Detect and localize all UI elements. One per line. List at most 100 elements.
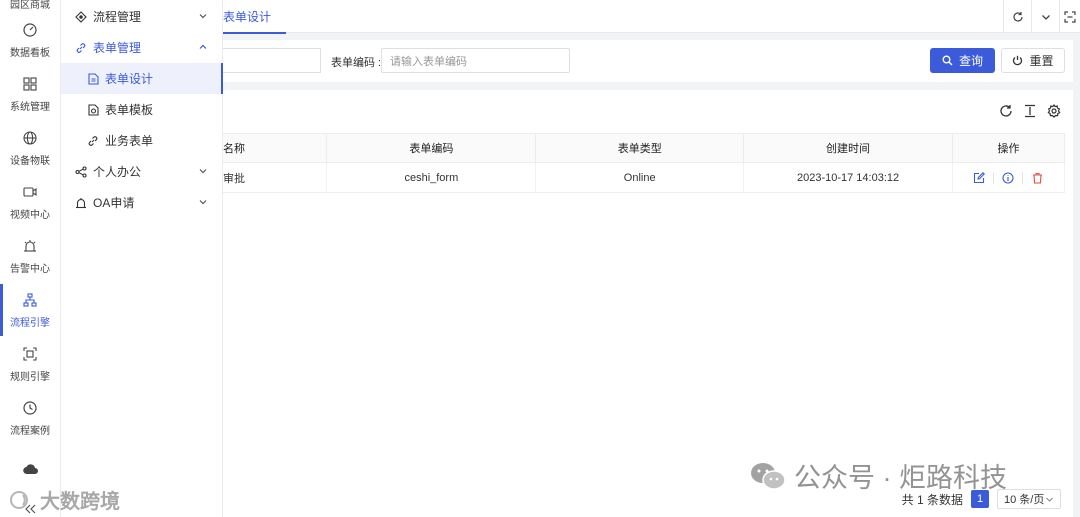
power-icon bbox=[1012, 55, 1023, 66]
delete-icon[interactable] bbox=[1023, 172, 1051, 184]
query-label: 查询 bbox=[958, 54, 983, 68]
link-icon bbox=[75, 42, 87, 54]
column-height-icon[interactable] bbox=[1023, 104, 1037, 118]
submenu-label: OA申请 bbox=[93, 196, 135, 210]
cloud-icon bbox=[22, 461, 38, 477]
chevron-down-icon bbox=[199, 200, 207, 205]
rail-item-dashboard[interactable]: 数据看板 bbox=[0, 14, 60, 66]
share-icon bbox=[75, 165, 87, 178]
rail-item-iot[interactable]: 设备物联 bbox=[0, 122, 60, 174]
chevron-up-icon bbox=[199, 44, 207, 49]
chevron-down-icon bbox=[1046, 497, 1053, 502]
sitemap-icon bbox=[22, 292, 38, 308]
submenu-form-management[interactable]: 表单管理 bbox=[61, 32, 222, 63]
submenu-oa-apply[interactable]: OA申请 bbox=[61, 187, 222, 218]
query-button[interactable]: 查询 bbox=[930, 48, 995, 73]
page-size-value: 10 条/页 bbox=[1004, 494, 1045, 506]
icon-rail: 园区商城 数据看板 系统管理 设备物联 视频中心 告警中心 流程引擎 规则引擎 … bbox=[0, 0, 61, 517]
cell-name: 审批 bbox=[223, 162, 328, 193]
fullscreen-button[interactable] bbox=[1059, 0, 1080, 33]
cell-type: Online bbox=[535, 162, 745, 193]
table-header-row: 名称 表单编码 表单类型 创建时间 操作 bbox=[223, 133, 1066, 163]
submenu-label: 表单模板 bbox=[105, 103, 154, 117]
rail-item-video[interactable]: 视频中心 bbox=[0, 176, 60, 228]
submenu-label: 表单管理 bbox=[93, 41, 142, 55]
rail-label: 告警中心 bbox=[10, 263, 50, 275]
rail-label: 视频中心 bbox=[10, 209, 50, 221]
rail-label: 流程案例 bbox=[10, 425, 50, 437]
submenu-form-design[interactable]: 表单设计 bbox=[61, 63, 223, 94]
watermark-right-text: 公众号 · 炬路科技 bbox=[794, 463, 1007, 493]
tab-bar: 表单设计 bbox=[223, 0, 1080, 34]
link-icon bbox=[87, 135, 99, 147]
refresh-icon bbox=[1012, 11, 1023, 22]
watermark-left-text: 大数跨境 bbox=[40, 491, 120, 513]
gauge-icon bbox=[22, 22, 38, 38]
grid-icon bbox=[22, 76, 38, 92]
forms-table: 名称 表单编码 表单类型 创建时间 操作 审批 ceshi_form Onlin… bbox=[223, 133, 1066, 193]
tab-form-design[interactable]: 表单设计 bbox=[223, 0, 286, 34]
watermark-left: 大数跨境 bbox=[8, 485, 120, 514]
rail-item-alarm[interactable]: 告警中心 bbox=[0, 230, 60, 282]
search-panel: 表单编码 : 请输入表单编码 查询 重置 bbox=[223, 40, 1073, 82]
submenu-business-form[interactable]: 业务表单 bbox=[61, 125, 222, 156]
form-code-placeholder: 请输入表单编码 bbox=[390, 55, 467, 68]
submenu-personal-office[interactable]: 个人办公 bbox=[61, 156, 222, 187]
chevron-down-icon bbox=[1041, 14, 1050, 20]
tab-menu-button[interactable] bbox=[1031, 0, 1059, 33]
scan-icon bbox=[22, 346, 38, 362]
rail-item-cases[interactable]: 流程案例 bbox=[0, 392, 60, 444]
rail-label: 设备物联 bbox=[10, 155, 50, 167]
rail-label: 系统管理 bbox=[10, 101, 50, 113]
diamond-icon bbox=[75, 10, 87, 23]
submenu-form-template[interactable]: 表单模板 bbox=[61, 94, 222, 125]
rail-item-system[interactable]: 系统管理 bbox=[0, 68, 60, 120]
chevron-down-icon bbox=[199, 14, 207, 19]
alarm-icon bbox=[75, 197, 87, 209]
col-name: 名称 bbox=[223, 133, 328, 163]
rail-item-rules[interactable]: 规则引擎 bbox=[0, 338, 60, 390]
submenu-panel: 流程管理 表单管理 表单设计 表单模板 业务表单 个人办公 OA申请 bbox=[61, 0, 223, 517]
rail-label: 规则引擎 bbox=[10, 371, 50, 383]
wechat-icon bbox=[751, 462, 786, 490]
clock-icon bbox=[22, 400, 38, 416]
form-name-input[interactable] bbox=[223, 48, 321, 73]
form-code-input[interactable]: 请输入表单编码 bbox=[381, 48, 570, 73]
reset-button[interactable]: 重置 bbox=[1001, 48, 1065, 73]
rail-label: 流程引擎 bbox=[10, 317, 50, 329]
cell-created: 2023-10-17 14:03:12 bbox=[743, 162, 953, 193]
watermark-logo-icon bbox=[10, 490, 28, 509]
submenu-label: 流程管理 bbox=[93, 10, 142, 24]
col-created: 创建时间 bbox=[743, 133, 953, 163]
edit-icon[interactable] bbox=[965, 171, 993, 184]
submenu-label: 业务表单 bbox=[105, 134, 154, 148]
wechat-watermark: 公众号 · 炬路科技 bbox=[750, 456, 1007, 495]
table-panel: 名称 表单编码 表单类型 创建时间 操作 审批 ceshi_form Onlin… bbox=[223, 90, 1073, 517]
refresh-tab-button[interactable] bbox=[1003, 0, 1031, 33]
file-icon bbox=[87, 72, 99, 85]
cell-actions bbox=[952, 162, 1066, 193]
video-icon bbox=[22, 184, 38, 200]
submenu-label: 表单设计 bbox=[105, 72, 154, 86]
refresh-icon[interactable] bbox=[999, 104, 1013, 118]
fullscreen-icon bbox=[1064, 10, 1076, 23]
rail-item-mall[interactable]: 园区商城 bbox=[0, 0, 60, 12]
info-icon[interactable] bbox=[994, 171, 1022, 184]
col-code: 表单编码 bbox=[326, 133, 537, 163]
table-row: 审批 ceshi_form Online 2023-10-17 14:03:12 bbox=[223, 162, 1066, 193]
reset-label: 重置 bbox=[1029, 54, 1054, 68]
globe-icon bbox=[22, 130, 38, 146]
col-type: 表单类型 bbox=[535, 133, 745, 163]
rail-label: 数据看板 bbox=[10, 47, 50, 59]
chevron-down-icon bbox=[199, 169, 207, 174]
rail-item-workflow[interactable]: 流程引擎 bbox=[0, 284, 60, 336]
cell-code: ceshi_form bbox=[326, 162, 537, 193]
submenu-flow-management[interactable]: 流程管理 bbox=[61, 1, 222, 32]
template-icon bbox=[87, 103, 99, 116]
col-actions: 操作 bbox=[952, 133, 1066, 163]
submenu-label: 个人办公 bbox=[93, 165, 142, 179]
settings-icon[interactable] bbox=[1047, 104, 1061, 118]
alarm-icon bbox=[22, 238, 38, 254]
table-toolbar bbox=[999, 104, 1061, 118]
form-code-label: 表单编码 : bbox=[331, 57, 382, 69]
